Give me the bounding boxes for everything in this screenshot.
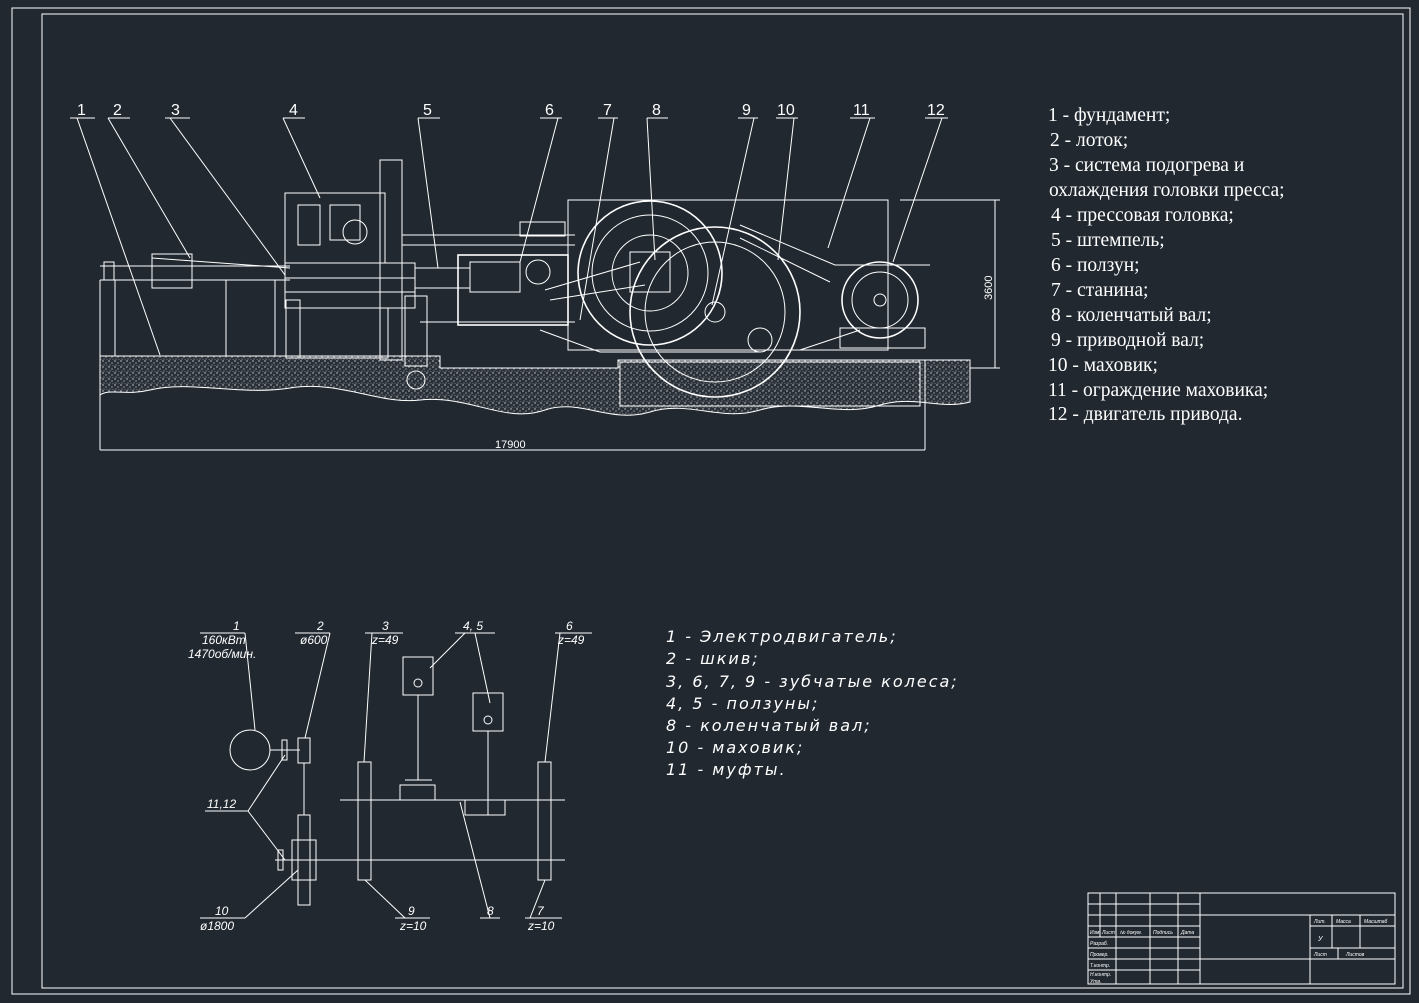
kinematic-scheme: 1 160кВт 1470об/мин. 2 ø600 3 z=49 4, 5 … — [188, 619, 592, 933]
dim-length: 17900 — [495, 439, 526, 451]
legend-item-8: 8 - коленчатый вал; — [1051, 305, 1212, 326]
callout-numbers: 1 2 3 4 5 6 7 8 9 10 11 12 — [77, 102, 945, 119]
k-label-3: 3 — [382, 619, 389, 633]
k-legend-2: 2 - шкив; — [666, 649, 760, 668]
k-label-1112: 11,12 — [207, 797, 236, 811]
legend-item-12: 12 - двигатель привода. — [1048, 404, 1242, 425]
legend-item-3: 3 - система подогрева и — [1049, 155, 1244, 176]
legend-item-1: 1 - фундамент; — [1048, 105, 1170, 126]
tb-list: Лист — [1101, 930, 1115, 936]
tb-masshtab: Масштаб — [1364, 919, 1388, 925]
callout-6: 6 — [545, 102, 554, 119]
legend-item-9: 9 - приводной вал; — [1051, 330, 1204, 351]
k-label-3-z: z=49 — [371, 633, 399, 647]
k-label-2-dia: ø600 — [300, 633, 328, 647]
tb-lit: Лит. — [1313, 919, 1326, 925]
press-assembly-drawing: 17900 3600 1 2 3 4 5 6 7 8 9 10 11 12 — [70, 102, 1000, 451]
k-label-9: 9 — [408, 904, 415, 918]
tb-lit-val: У — [1317, 936, 1324, 943]
k-label-45: 4, 5 — [463, 619, 483, 633]
legend-item-7: 7 - станина; — [1051, 280, 1148, 301]
k-label-2: 2 — [316, 619, 324, 633]
callout-2: 2 — [113, 102, 122, 119]
drawing-canvas: 17900 3600 1 2 3 4 5 6 7 8 9 10 11 12 1 … — [11, 7, 1411, 995]
k-label-10-dia: ø1800 — [200, 919, 234, 933]
legend-item-10: 10 - маховик; — [1048, 355, 1158, 376]
k-legend-4: 4, 5 - ползуны; — [666, 694, 819, 713]
legend-item-3b: охлаждения головки пресса; — [1049, 180, 1285, 201]
k-label-8: 8 — [487, 904, 494, 918]
callout-leaders — [70, 117, 948, 356]
k-label-6-z: z=49 — [557, 633, 585, 647]
callout-1: 1 — [77, 102, 86, 119]
slider-1-symbol — [402, 656, 434, 696]
tb-sheet: Лист — [1313, 952, 1327, 958]
callout-5: 5 — [423, 102, 432, 119]
callout-9: 9 — [742, 102, 751, 119]
k-label-1-power: 160кВт — [202, 633, 246, 647]
tb-sheets: Листов — [1345, 952, 1365, 958]
callout-8: 8 — [652, 102, 661, 119]
k-legend-7: 11 - муфты. — [666, 760, 787, 779]
callout-3: 3 — [171, 102, 180, 119]
k-legend-6: 10 - маховик; — [666, 738, 804, 757]
k-legend-1: 1 - Электродвигатель; — [666, 627, 898, 646]
tb-razrab: Разраб. — [1090, 941, 1108, 947]
k-label-7-z: z=10 — [527, 919, 555, 933]
callout-4: 4 — [289, 102, 298, 119]
callout-12: 12 — [927, 102, 945, 119]
dim-height: 3600 — [983, 276, 995, 300]
motor-symbol — [229, 729, 271, 771]
tb-izm: Изм. — [1090, 930, 1101, 936]
tb-nkontr: Н.контр. — [1090, 972, 1111, 978]
kinematic-legend: 1 - Электродвигатель; 2 - шкив; 3, 6, 7,… — [666, 627, 959, 779]
legend-item-11: 11 - ограждение маховика; — [1048, 380, 1268, 401]
k-label-9-z: z=10 — [399, 919, 427, 933]
tb-tkontr: Т.контр. — [1090, 963, 1110, 969]
tb-date: Дата — [1180, 930, 1194, 936]
k-label-1: 1 — [233, 619, 240, 633]
tb-doc: № докум. — [1120, 930, 1142, 936]
slider-2-symbol — [472, 692, 504, 732]
k-legend-5: 8 - коленчатый вал; — [666, 716, 872, 735]
callout-7: 7 — [603, 102, 612, 119]
title-block: Изм. Лист № докум. Подпись Дата Разраб. … — [1087, 892, 1396, 985]
tb-utv: Утв. — [1090, 979, 1101, 985]
k-legend-3: 3, 6, 7, 9 - зубчатые колеса; — [666, 672, 959, 691]
k-label-7: 7 — [537, 904, 545, 918]
legend-item-2: 2 - лоток; — [1050, 130, 1128, 151]
legend-item-4: 4 - прессовая головка; — [1051, 205, 1234, 226]
press-legend: 1 - фундамент; 2 - лоток; 3 - система по… — [1048, 105, 1285, 425]
tb-massa: Масса — [1336, 919, 1351, 925]
callout-10: 10 — [777, 102, 795, 119]
legend-item-6: 6 - ползун; — [1051, 255, 1140, 276]
legend-item-5: 5 - штемпель; — [1051, 230, 1165, 251]
k-label-10: 10 — [215, 904, 229, 918]
k-label-6: 6 — [566, 619, 573, 633]
k-label-1-speed: 1470об/мин. — [188, 647, 256, 661]
tb-sign: Подпись — [1153, 930, 1173, 936]
tb-prov: Провер. — [1090, 952, 1109, 958]
callout-11: 11 — [853, 102, 870, 119]
